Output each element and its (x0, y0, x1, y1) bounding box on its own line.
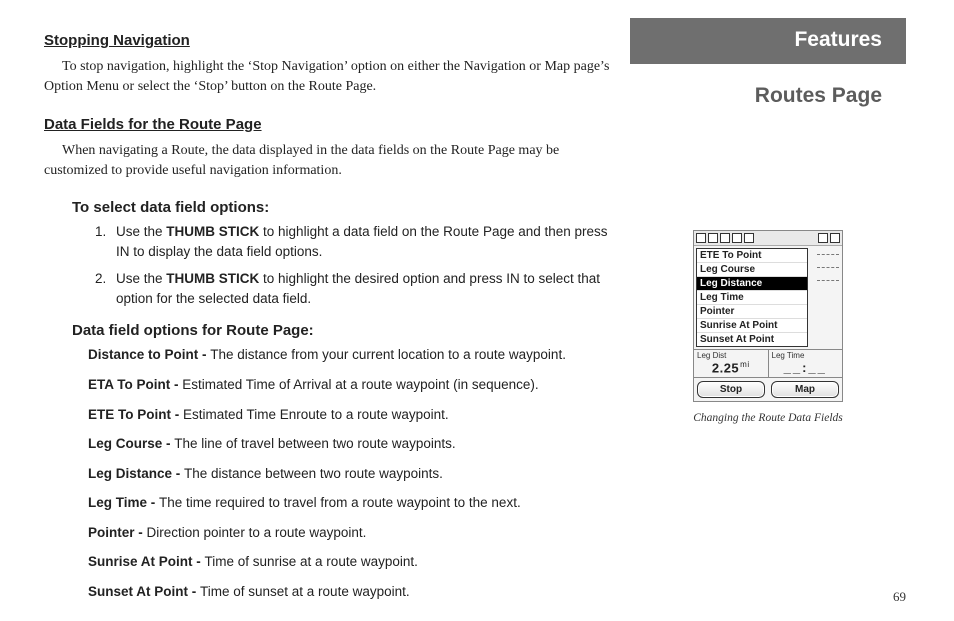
device-status-bar (694, 231, 842, 246)
definition-desc: The distance between two route waypoints… (184, 466, 443, 481)
paragraph-stop-nav: To stop navigation, highlight the ‘Stop … (44, 57, 610, 98)
device-buttons: Stop Map (694, 377, 842, 401)
status-icons-right (818, 233, 840, 243)
route-dash (817, 254, 839, 255)
definition-row: Leg Time - The time required to travel f… (88, 493, 610, 513)
steps-list: Use the THUMB STICK to highlight a data … (92, 222, 610, 308)
step-2: Use the THUMB STICK to highlight the des… (110, 269, 610, 308)
heading-stopping-navigation: Stopping Navigation (44, 32, 610, 49)
section-title: Routes Page (630, 84, 906, 108)
sidebar-column: Features Routes Page (630, 0, 954, 621)
menu-icon (818, 233, 828, 243)
definition-term: ETA To Point - (88, 377, 182, 392)
definition-term: Sunrise At Point - (88, 554, 205, 569)
options-menu: ETE To Point Leg Course Leg Distance Leg… (696, 248, 808, 347)
field-label: Leg Dist (694, 350, 768, 360)
field-value-num: 2.25 (712, 360, 739, 375)
heading-data-fields: Data Fields for the Route Page (44, 116, 610, 133)
definition-row: Pointer - Direction pointer to a route w… (88, 523, 610, 543)
menu-item[interactable]: ETE To Point (697, 249, 807, 263)
map-button[interactable]: Map (771, 381, 839, 398)
definition-row: Sunset At Point - Time of sunset at a ro… (88, 582, 610, 602)
definition-term: Distance to Point - (88, 347, 210, 362)
device-screenshot: ETE To Point Leg Course Leg Distance Leg… (693, 230, 843, 402)
manual-page: Stopping Navigation To stop navigation, … (0, 0, 954, 621)
definition-row: Leg Distance - The distance between two … (88, 464, 610, 484)
field-value: 2.25mi (694, 360, 768, 377)
field-leg-dist[interactable]: Leg Dist 2.25mi (694, 350, 769, 377)
status-icon (696, 233, 706, 243)
definition-desc: Time of sunset at a route waypoint. (200, 584, 410, 599)
thumb-stick-label: THUMB STICK (166, 224, 259, 239)
device-body: ETE To Point Leg Course Leg Distance Leg… (694, 246, 842, 349)
definition-term: ETE To Point - (88, 407, 183, 422)
field-leg-time[interactable]: Leg Time __:__ (769, 350, 843, 377)
definition-row: ETA To Point - Estimated Time of Arrival… (88, 375, 610, 395)
figure: ETE To Point Leg Course Leg Distance Leg… (630, 230, 906, 424)
definition-term: Leg Time - (88, 495, 159, 510)
paragraph-data-fields: When navigating a Route, the data displa… (44, 141, 610, 182)
route-dash (817, 280, 839, 281)
route-dash (817, 267, 839, 268)
content-column: Stopping Navigation To stop navigation, … (0, 0, 630, 621)
definition-desc: Time of sunrise at a route waypoint. (205, 554, 418, 569)
definition-row: Leg Course - The line of travel between … (88, 434, 610, 454)
menu-item[interactable]: Leg Time (697, 291, 807, 305)
features-band: Features (630, 18, 906, 64)
menu-item-selected[interactable]: Leg Distance (697, 277, 807, 291)
definition-term: Sunset At Point - (88, 584, 200, 599)
status-icon (708, 233, 718, 243)
step-1: Use the THUMB STICK to highlight a data … (110, 222, 610, 261)
status-icons-left (696, 233, 754, 243)
menu-item[interactable]: Pointer (697, 305, 807, 319)
definition-desc: The time required to travel from a route… (159, 495, 521, 510)
definition-row: ETE To Point - Estimated Time Enroute to… (88, 405, 610, 425)
page-number: 69 (893, 589, 906, 605)
definition-term: Leg Course - (88, 436, 174, 451)
definition-row: Distance to Point - The distance from yo… (88, 345, 610, 365)
data-fields-row: Leg Dist 2.25mi Leg Time __:__ (694, 349, 842, 377)
step-2-text-a: Use the (116, 271, 166, 286)
stop-button[interactable]: Stop (697, 381, 765, 398)
definition-desc: Estimated Time Enroute to a route waypoi… (183, 407, 449, 422)
definition-desc: Estimated Time of Arrival at a route way… (182, 377, 538, 392)
definition-desc: The line of travel between two route way… (174, 436, 455, 451)
options-panel: ETE To Point Leg Course Leg Distance Leg… (696, 248, 808, 347)
definition-term: Leg Distance - (88, 466, 184, 481)
status-icon (744, 233, 754, 243)
status-icon (732, 233, 742, 243)
menu-item[interactable]: Sunset At Point (697, 333, 807, 346)
figure-caption: Changing the Route Data Fields (693, 412, 842, 424)
field-label: Leg Time (769, 350, 843, 360)
definition-row: Sunrise At Point - Time of sunrise at a … (88, 552, 610, 572)
heading-select-options: To select data field options: (72, 199, 610, 216)
definition-term: Pointer - (88, 525, 147, 540)
status-icon (720, 233, 730, 243)
field-value: __:__ (769, 360, 843, 377)
definition-desc: Direction pointer to a route waypoint. (147, 525, 367, 540)
route-line-strip (810, 246, 842, 349)
field-unit: mi (740, 360, 749, 369)
heading-data-field-options: Data field options for Route Page: (72, 322, 610, 339)
step-1-text-a: Use the (116, 224, 166, 239)
close-icon (830, 233, 840, 243)
definitions-list: Distance to Point - The distance from yo… (88, 345, 610, 601)
thumb-stick-label: THUMB STICK (166, 271, 259, 286)
menu-item[interactable]: Leg Course (697, 263, 807, 277)
menu-item[interactable]: Sunrise At Point (697, 319, 807, 333)
definition-desc: The distance from your current location … (210, 347, 566, 362)
